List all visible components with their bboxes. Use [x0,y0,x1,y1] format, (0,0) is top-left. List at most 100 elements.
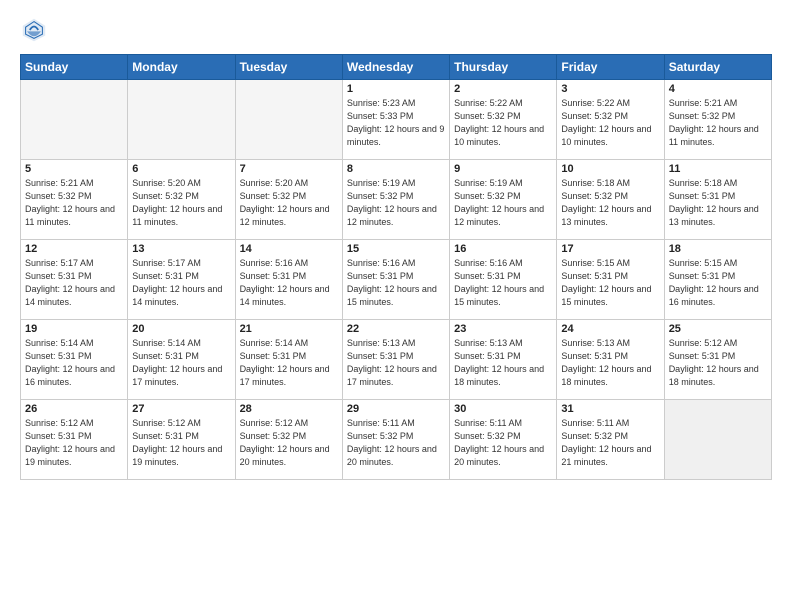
calendar-header-row: SundayMondayTuesdayWednesdayThursdayFrid… [21,55,772,80]
day-number: 24 [561,323,659,335]
calendar-cell: 11 Sunrise: 5:18 AM Sunset: 5:31 PM Dayli… [664,160,771,240]
calendar-cell: 6 Sunrise: 5:20 AM Sunset: 5:32 PM Daylig… [128,160,235,240]
calendar-cell: 28Sunrise: 5:12 AM Sunset: 5:32 PM Dayli… [235,400,342,480]
day-number: 11 [669,163,767,175]
day-number: 31 [561,403,659,415]
day-info: Sunrise: 5:12 AM Sunset: 5:31 PM Dayligh… [132,417,230,469]
day-number: 10 [561,163,659,175]
day-info: Sunrise: 5:17 AM Sunset: 5:31 PM Dayligh… [25,257,123,309]
day-number: 30 [454,403,552,415]
day-info: Sunrise: 5:21 AM Sunset: 5:32 PM Dayligh… [669,97,767,149]
day-number: 22 [347,323,445,335]
calendar-cell [235,80,342,160]
day-number: 25 [669,323,767,335]
day-number: 17 [561,243,659,255]
day-number: 13 [132,243,230,255]
calendar-cell: 27 Sunrise: 5:12 AM Sunset: 5:31 PM Dayli… [128,400,235,480]
calendar-cell [128,80,235,160]
day-info: Sunrise: 5:14 AM Sunset: 5:31 PM Dayligh… [240,337,338,389]
calendar-table: SundayMondayTuesdayWednesdayThursdayFrid… [20,54,772,480]
day-number: 15 [347,243,445,255]
day-number: 18 [669,243,767,255]
day-info: Sunrise: 5:19 AM Sunset: 5:32 PM Dayligh… [347,177,445,229]
day-info: Sunrise: 5:13 AM Sunset: 5:31 PM Dayligh… [454,337,552,389]
day-info: Sunrise: 5:15 AM Sunset: 5:31 PM Dayligh… [669,257,767,309]
calendar-cell: 13Sunrise: 5:17 AM Sunset: 5:31 PM Dayli… [128,240,235,320]
day-info: Sunrise: 5:18 AM Sunset: 5:31 PM Dayligh… [669,177,767,229]
day-info: Sunrise: 5:12 AM Sunset: 5:31 PM Dayligh… [25,417,123,469]
calendar-cell: 31 Sunrise: 5:11 AM Sunset: 5:32 PM Dayli… [557,400,664,480]
calendar-week-row: 5 Sunrise: 5:21 AM Sunset: 5:32 PM Daylig… [21,160,772,240]
calendar-cell: 19 Sunrise: 5:14 AM Sunset: 5:31 PM Dayli… [21,320,128,400]
day-number: 26 [25,403,123,415]
day-number: 29 [347,403,445,415]
calendar-cell: 14Sunrise: 5:16 AM Sunset: 5:31 PM Dayli… [235,240,342,320]
weekday-header: Wednesday [342,55,449,80]
weekday-header: Friday [557,55,664,80]
logo-icon [20,16,48,44]
day-info: Sunrise: 5:22 AM Sunset: 5:32 PM Dayligh… [454,97,552,149]
calendar-cell: 20 Sunrise: 5:14 AM Sunset: 5:31 PM Dayli… [128,320,235,400]
calendar-cell: 24 Sunrise: 5:13 AM Sunset: 5:31 PM Dayli… [557,320,664,400]
weekday-header: Sunday [21,55,128,80]
day-info: Sunrise: 5:11 AM Sunset: 5:32 PM Dayligh… [561,417,659,469]
day-info: Sunrise: 5:12 AM Sunset: 5:32 PM Dayligh… [240,417,338,469]
day-number: 23 [454,323,552,335]
day-number: 12 [25,243,123,255]
weekday-header: Monday [128,55,235,80]
day-number: 4 [669,83,767,95]
calendar-cell [21,80,128,160]
day-info: Sunrise: 5:22 AM Sunset: 5:32 PM Dayligh… [561,97,659,149]
day-info: Sunrise: 5:14 AM Sunset: 5:31 PM Dayligh… [25,337,123,389]
weekday-header: Saturday [664,55,771,80]
calendar-cell: 8Sunrise: 5:19 AM Sunset: 5:32 PM Daylig… [342,160,449,240]
calendar-cell: 10 Sunrise: 5:18 AM Sunset: 5:32 PM Dayli… [557,160,664,240]
day-info: Sunrise: 5:12 AM Sunset: 5:31 PM Dayligh… [669,337,767,389]
calendar-cell: 16 Sunrise: 5:16 AM Sunset: 5:31 PM Dayli… [450,240,557,320]
calendar-week-row: 26 Sunrise: 5:12 AM Sunset: 5:31 PM Dayli… [21,400,772,480]
day-info: Sunrise: 5:15 AM Sunset: 5:31 PM Dayligh… [561,257,659,309]
calendar-cell: 17 Sunrise: 5:15 AM Sunset: 5:31 PM Dayli… [557,240,664,320]
day-number: 19 [25,323,123,335]
calendar-cell: 3 Sunrise: 5:22 AM Sunset: 5:32 PM Daylig… [557,80,664,160]
calendar-cell: 29 Sunrise: 5:11 AM Sunset: 5:32 PM Dayli… [342,400,449,480]
calendar-cell: 30Sunrise: 5:11 AM Sunset: 5:32 PM Dayli… [450,400,557,480]
day-number: 9 [454,163,552,175]
day-number: 16 [454,243,552,255]
day-number: 5 [25,163,123,175]
day-info: Sunrise: 5:13 AM Sunset: 5:31 PM Dayligh… [561,337,659,389]
header [20,16,772,44]
day-number: 6 [132,163,230,175]
day-info: Sunrise: 5:11 AM Sunset: 5:32 PM Dayligh… [347,417,445,469]
calendar-cell: 26 Sunrise: 5:12 AM Sunset: 5:31 PM Dayli… [21,400,128,480]
weekday-header: Tuesday [235,55,342,80]
calendar-cell: 9 Sunrise: 5:19 AM Sunset: 5:32 PM Daylig… [450,160,557,240]
calendar-cell: 5 Sunrise: 5:21 AM Sunset: 5:32 PM Daylig… [21,160,128,240]
day-number: 3 [561,83,659,95]
calendar-cell: 23 Sunrise: 5:13 AM Sunset: 5:31 PM Dayli… [450,320,557,400]
day-info: Sunrise: 5:21 AM Sunset: 5:32 PM Dayligh… [25,177,123,229]
calendar-cell: 2Sunrise: 5:22 AM Sunset: 5:32 PM Daylig… [450,80,557,160]
day-info: Sunrise: 5:18 AM Sunset: 5:32 PM Dayligh… [561,177,659,229]
calendar-cell: 12 Sunrise: 5:17 AM Sunset: 5:31 PM Dayli… [21,240,128,320]
day-info: Sunrise: 5:23 AM Sunset: 5:33 PM Dayligh… [347,97,445,149]
calendar-week-row: 1Sunrise: 5:23 AM Sunset: 5:33 PM Daylig… [21,80,772,160]
calendar-cell: 25 Sunrise: 5:12 AM Sunset: 5:31 PM Dayli… [664,320,771,400]
day-info: Sunrise: 5:19 AM Sunset: 5:32 PM Dayligh… [454,177,552,229]
day-info: Sunrise: 5:13 AM Sunset: 5:31 PM Dayligh… [347,337,445,389]
calendar-cell: 18 Sunrise: 5:15 AM Sunset: 5:31 PM Dayli… [664,240,771,320]
day-number: 20 [132,323,230,335]
day-number: 21 [240,323,338,335]
calendar-cell: 21 Sunrise: 5:14 AM Sunset: 5:31 PM Dayli… [235,320,342,400]
calendar-week-row: 12 Sunrise: 5:17 AM Sunset: 5:31 PM Dayli… [21,240,772,320]
calendar-cell: 15 Sunrise: 5:16 AM Sunset: 5:31 PM Dayli… [342,240,449,320]
day-info: Sunrise: 5:16 AM Sunset: 5:31 PM Dayligh… [347,257,445,309]
calendar-cell [664,400,771,480]
day-info: Sunrise: 5:20 AM Sunset: 5:32 PM Dayligh… [132,177,230,229]
day-number: 27 [132,403,230,415]
day-info: Sunrise: 5:16 AM Sunset: 5:31 PM Dayligh… [454,257,552,309]
logo [20,16,52,44]
day-info: Sunrise: 5:14 AM Sunset: 5:31 PM Dayligh… [132,337,230,389]
day-info: Sunrise: 5:16 AM Sunset: 5:31 PM Dayligh… [240,257,338,309]
calendar-week-row: 19 Sunrise: 5:14 AM Sunset: 5:31 PM Dayli… [21,320,772,400]
